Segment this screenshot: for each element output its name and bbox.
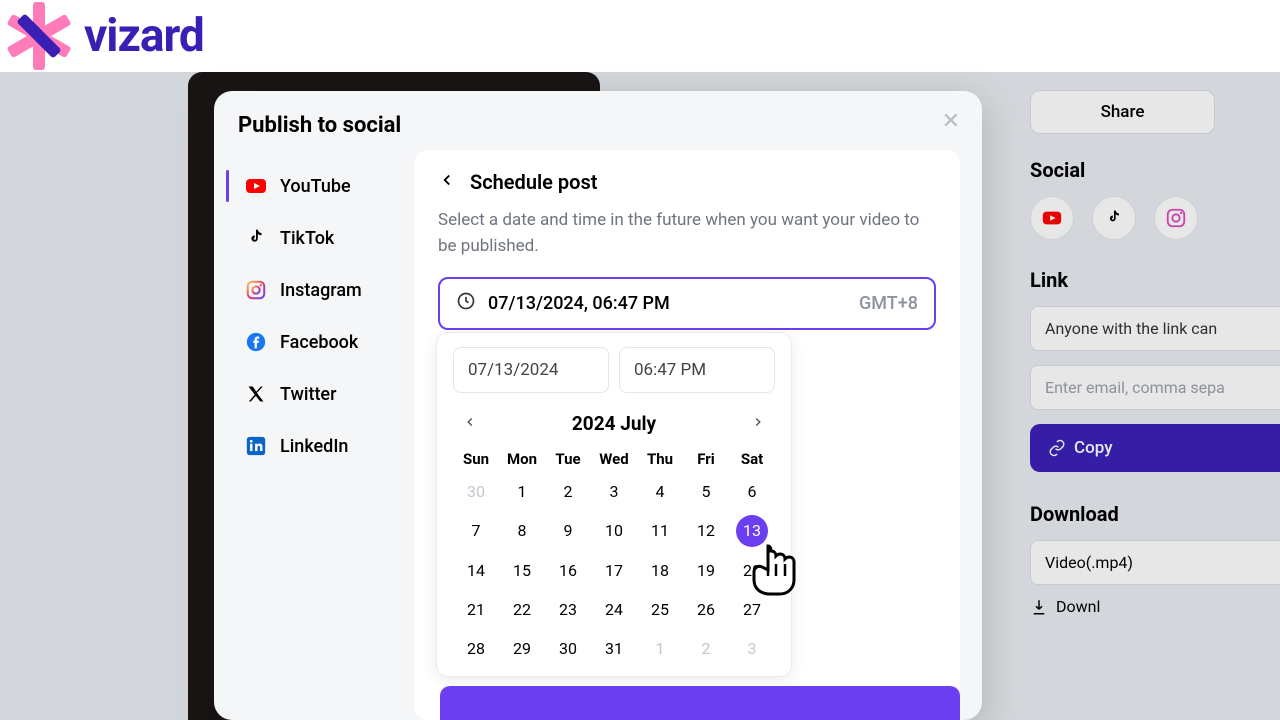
- calendar-day[interactable]: 8: [499, 511, 545, 551]
- tiktok-icon: [244, 226, 268, 250]
- schedule-title: Schedule post: [470, 170, 597, 194]
- next-month-icon[interactable]: [743, 409, 773, 438]
- calendar-day[interactable]: 2: [683, 629, 729, 668]
- tab-instagram[interactable]: Instagram: [236, 264, 414, 316]
- calendar-day[interactable]: 1: [499, 472, 545, 511]
- calendar-day[interactable]: 30: [453, 472, 499, 511]
- tab-label: Facebook: [280, 332, 358, 353]
- calendar-day[interactable]: 21: [453, 590, 499, 629]
- app-header: vizard: [0, 0, 1280, 72]
- back-icon[interactable]: [438, 170, 456, 194]
- modal-title: Publish to social: [214, 91, 982, 150]
- calendar-day[interactable]: 13: [736, 515, 768, 547]
- tab-linkedin[interactable]: LinkedIn: [236, 420, 414, 472]
- calendar-day[interactable]: 24: [591, 590, 637, 629]
- schedule-panel: Schedule post Select a date and time in …: [414, 150, 960, 720]
- publish-button[interactable]: [440, 686, 960, 720]
- calendar-day[interactable]: 30: [545, 629, 591, 668]
- calendar-day[interactable]: 26: [683, 590, 729, 629]
- instagram-icon: [244, 278, 268, 302]
- time-input[interactable]: 06:47 PM: [619, 347, 775, 393]
- calendar-day[interactable]: 31: [591, 629, 637, 668]
- calendar-day[interactable]: 5: [683, 472, 729, 511]
- month-label: 2024 July: [572, 412, 656, 435]
- tab-label: YouTube: [280, 176, 351, 197]
- x-twitter-icon: [244, 382, 268, 406]
- calendar-day[interactable]: 28: [453, 629, 499, 668]
- date-input[interactable]: 07/13/2024: [453, 347, 609, 393]
- calendar-day[interactable]: 29: [499, 629, 545, 668]
- social-tab-list: YouTube TikTok Instagram Facebook Twitte…: [214, 150, 414, 720]
- weekday-header: SunMonTueWedThuFriSat: [453, 450, 775, 468]
- youtube-icon: [244, 174, 268, 198]
- timezone-label: GMT+8: [859, 293, 918, 314]
- calendar-days: 3012345678910111213141516171819202122232…: [453, 472, 775, 668]
- datetime-field[interactable]: 07/13/2024, 06:47 PM GMT+8: [438, 277, 936, 330]
- date-picker: 07/13/2024 06:47 PM 2024 July SunMonTueW…: [436, 332, 792, 677]
- tab-twitter[interactable]: Twitter: [236, 368, 414, 420]
- calendar-day[interactable]: 23: [545, 590, 591, 629]
- clock-icon: [456, 291, 476, 316]
- calendar-day[interactable]: 16: [545, 551, 591, 590]
- publish-modal: Publish to social ✕ YouTube TikTok Insta…: [214, 91, 982, 720]
- calendar-day[interactable]: 9: [545, 511, 591, 551]
- calendar-day[interactable]: 4: [637, 472, 683, 511]
- calendar-day[interactable]: 18: [637, 551, 683, 590]
- tab-tiktok[interactable]: TikTok: [236, 212, 414, 264]
- calendar-day[interactable]: 12: [683, 511, 729, 551]
- calendar-day[interactable]: 15: [499, 551, 545, 590]
- calendar-day[interactable]: 14: [453, 551, 499, 590]
- calendar-day[interactable]: 6: [729, 472, 775, 511]
- tab-youtube[interactable]: YouTube: [236, 160, 414, 212]
- calendar-day[interactable]: 3: [729, 629, 775, 668]
- calendar-day[interactable]: 3: [591, 472, 637, 511]
- datetime-value: 07/13/2024, 06:47 PM: [488, 293, 670, 314]
- calendar-day[interactable]: 10: [591, 511, 637, 551]
- tab-label: TikTok: [280, 228, 334, 249]
- tab-facebook[interactable]: Facebook: [236, 316, 414, 368]
- linkedin-icon: [244, 434, 268, 458]
- calendar-day[interactable]: 25: [637, 590, 683, 629]
- calendar-day[interactable]: 20: [729, 551, 775, 590]
- facebook-icon: [244, 330, 268, 354]
- calendar-day[interactable]: 22: [499, 590, 545, 629]
- tab-label: Twitter: [280, 384, 336, 405]
- tab-label: LinkedIn: [280, 436, 348, 457]
- calendar-day[interactable]: 1: [637, 629, 683, 668]
- calendar-day[interactable]: 2: [545, 472, 591, 511]
- prev-month-icon[interactable]: [455, 409, 485, 438]
- calendar-day[interactable]: 11: [637, 511, 683, 551]
- brand-name: vizard: [84, 9, 204, 63]
- calendar-day[interactable]: 19: [683, 551, 729, 590]
- calendar-day[interactable]: 7: [453, 511, 499, 551]
- tab-label: Instagram: [280, 280, 362, 301]
- calendar-day[interactable]: 27: [729, 590, 775, 629]
- brand-logo-icon: [4, 1, 74, 71]
- schedule-description: Select a date and time in the future whe…: [438, 208, 936, 259]
- close-icon[interactable]: ✕: [942, 109, 960, 134]
- calendar-day[interactable]: 17: [591, 551, 637, 590]
